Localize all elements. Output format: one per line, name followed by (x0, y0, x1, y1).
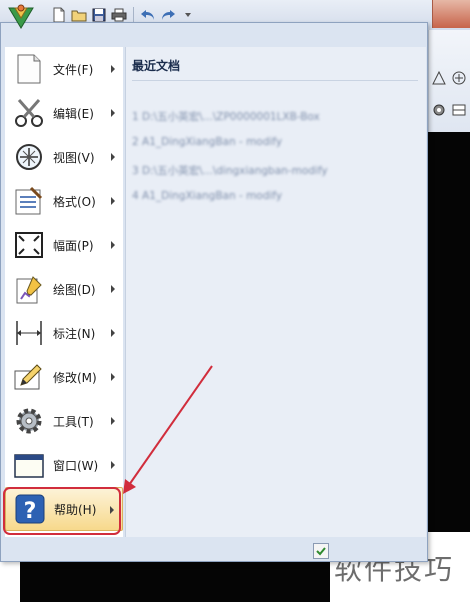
menu-item-label: 编辑(E) (53, 106, 94, 121)
menu-item-view[interactable]: 视图(V) (5, 135, 123, 179)
menu-item-tools[interactable]: 工具(T) (5, 399, 123, 443)
annotation-highlight (3, 487, 121, 535)
app-logo-icon (8, 4, 34, 29)
application-menu: 文件(F) 编辑(E) 视图(V) 格式(O) 幅面(P) 绘图(D) 标注(N… (0, 22, 428, 562)
recent-document-item[interactable]: 3 D:\五小英宏\...\dingxiangban-modify (132, 163, 328, 178)
menu-item-label: 幅面(P) (53, 238, 94, 253)
gear-icon (11, 403, 47, 439)
toolbar-separator (133, 7, 134, 23)
menu-item-file[interactable]: 文件(F) (5, 47, 123, 91)
window-icon (11, 447, 47, 483)
menu-item-modify[interactable]: 修改(M) (5, 355, 123, 399)
menu-item-format[interactable]: 格式(O) (5, 179, 123, 223)
submenu-arrow-icon (111, 373, 115, 381)
menu-footer (1, 539, 427, 561)
menu-item-edit[interactable]: 编辑(E) (5, 91, 123, 135)
ribbon-partial (428, 30, 470, 132)
ribbon-tool-icon[interactable] (431, 70, 447, 86)
modify-icon (11, 359, 47, 395)
menu-item-label: 工具(T) (53, 414, 94, 429)
recent-documents-title: 最近文档 (132, 59, 181, 73)
zoom-icon (11, 139, 47, 175)
ribbon-tool-icon[interactable] (431, 102, 447, 118)
dimension-icon (11, 315, 47, 351)
recent-document-item[interactable]: 2 A1_DingXiangBan - modify (132, 136, 282, 148)
submenu-arrow-icon (111, 109, 115, 117)
submenu-arrow-icon (111, 241, 115, 249)
ribbon-tool-icon[interactable] (451, 102, 467, 118)
submenu-arrow-icon (111, 197, 115, 205)
page-frame-icon (11, 227, 47, 263)
file-icon (11, 51, 47, 87)
menu-item-label: 修改(M) (53, 370, 97, 385)
recent-documents-panel: 最近文档 1 D:\五小英宏\...\ZP0000001LXB-Box 2 A1… (125, 47, 426, 537)
divider (132, 80, 418, 81)
format-icon (11, 183, 47, 219)
submenu-arrow-icon (111, 417, 115, 425)
submenu-arrow-icon (111, 65, 115, 73)
window-close-button[interactable] (432, 0, 470, 28)
scissors-icon (11, 95, 47, 131)
menu-item-label: 标注(N) (53, 326, 96, 341)
drawing-canvas[interactable] (20, 562, 330, 602)
drawing-canvas[interactable] (428, 132, 470, 532)
menu-item-page[interactable]: 幅面(P) (5, 223, 123, 267)
application-button[interactable] (4, 2, 38, 32)
menu-item-label: 视图(V) (53, 150, 95, 165)
menu-item-label: 格式(O) (53, 194, 96, 209)
submenu-arrow-icon (111, 153, 115, 161)
submenu-arrow-icon (111, 285, 115, 293)
submenu-arrow-icon (111, 461, 115, 469)
menu-item-label: 文件(F) (53, 62, 94, 77)
ribbon-tool-icon[interactable] (451, 70, 467, 86)
submenu-arrow-icon (111, 329, 115, 337)
recent-document-item[interactable]: 4 A1_DingXiangBan - modify (132, 190, 282, 202)
menu-item-dimension[interactable]: 标注(N) (5, 311, 123, 355)
draw-icon (11, 271, 47, 307)
menu-command-list: 文件(F) 编辑(E) 视图(V) 格式(O) 幅面(P) 绘图(D) 标注(N… (5, 47, 123, 537)
options-button[interactable] (313, 543, 329, 559)
menu-item-window[interactable]: 窗口(W) (5, 443, 123, 487)
menu-item-label: 窗口(W) (53, 458, 99, 473)
menu-item-draw[interactable]: 绘图(D) (5, 267, 123, 311)
recent-document-item[interactable]: 1 D:\五小英宏\...\ZP0000001LXB-Box (132, 109, 320, 124)
menu-item-label: 绘图(D) (53, 282, 96, 297)
